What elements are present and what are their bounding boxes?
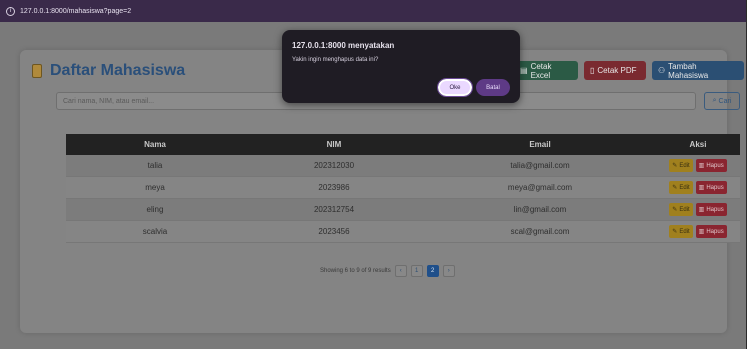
pagination-page-1[interactable]: 1	[410, 265, 423, 277]
edit-button[interactable]: ✎ Edit	[669, 181, 693, 194]
pagination-prev[interactable]: ‹	[394, 265, 407, 277]
confirm-dialog: 127.0.0.1:8000 menyatakan Yakin ingin me…	[282, 30, 520, 103]
add-user-icon: ⚇	[658, 66, 666, 75]
edit-icon: ✎	[672, 229, 678, 235]
cell-aksi: ✎ Edit ▥ Hapus	[656, 159, 740, 172]
dialog-title: 127.0.0.1:8000 menyatakan	[292, 41, 395, 50]
pagination-page-2[interactable]: 2	[426, 265, 439, 277]
mahasiswa-table: Nama NIM Email Aksi talia 202312030 tali…	[66, 134, 740, 243]
address-bar[interactable]: i 127.0.0.1:8000/mahasiswa?page=2	[0, 0, 746, 22]
pagination-next[interactable]: ›	[442, 265, 455, 277]
col-aksi: Aksi	[689, 140, 707, 149]
trash-icon: ▥	[698, 229, 705, 235]
dialog-cancel-button[interactable]: Batal	[476, 79, 510, 96]
edit-icon: ✎	[672, 185, 678, 191]
cell-nama: eling	[146, 205, 164, 214]
cell-nama: scalvia	[142, 227, 168, 236]
screenshot-frame: i 127.0.0.1:8000/mahasiswa?page=2 Daftar…	[0, 0, 755, 349]
page-title: Daftar Mahasiswa	[32, 62, 185, 80]
dialog-ok-button[interactable]: Oke	[437, 78, 473, 97]
edit-button[interactable]: ✎ Edit	[669, 203, 693, 216]
edit-icon: ✎	[672, 163, 678, 169]
table-row: meya 2023986 meya@gmail.com ✎ Edit ▥ Hapus	[66, 177, 740, 199]
table-body: talia 202312030 talia@gmail.com ✎ Edit ▥ H…	[66, 155, 740, 243]
pagination: Showing 6 to 9 of 9 results ‹ 1 2 ›	[320, 265, 455, 277]
browser-window: i 127.0.0.1:8000/mahasiswa?page=2 Daftar…	[0, 0, 747, 349]
hapus-button[interactable]: ▥ Hapus	[695, 203, 727, 216]
cell-email: meya@gmail.com	[507, 183, 573, 192]
tambah-mahasiswa-button[interactable]: ⚇ Tambah Mahasiswa	[652, 61, 744, 80]
clipboard-icon	[32, 64, 42, 78]
cell-nim: 2023456	[318, 227, 350, 236]
pagination-summary: Showing 6 to 9 of 9 results	[320, 268, 391, 274]
cell-nama: meya	[145, 183, 165, 192]
search-icon: ⌕	[712, 97, 717, 104]
url-text: 127.0.0.1:8000/mahasiswa?page=2	[20, 7, 132, 15]
edit-button[interactable]: ✎ Edit	[669, 159, 693, 172]
hapus-button[interactable]: ▥ Hapus	[695, 181, 727, 194]
table-row: scalvia 2023456 scal@gmail.com ✎ Edit ▥ Ha…	[66, 221, 740, 243]
table-row: eling 202312754 lin@gmail.com ✎ Edit ▥ Hap…	[66, 199, 740, 221]
file-excel-icon: ▤	[520, 66, 528, 75]
cell-nim: 202312754	[313, 205, 355, 214]
file-pdf-icon: ▯	[590, 66, 595, 75]
cetak-excel-button[interactable]: ▤ Cetak Excel	[514, 61, 578, 80]
page-title-text: Daftar Mahasiswa	[50, 62, 186, 79]
trash-icon: ▥	[698, 163, 705, 169]
site-info-icon[interactable]: i	[6, 6, 15, 16]
col-nim: NIM	[326, 140, 342, 149]
cell-email: lin@gmail.com	[513, 205, 567, 214]
table-row: talia 202312030 talia@gmail.com ✎ Edit ▥ H…	[66, 155, 740, 177]
table-header: Nama NIM Email Aksi	[66, 134, 740, 155]
cell-nim: 2023986	[318, 183, 350, 192]
hapus-button[interactable]: ▥ Hapus	[695, 225, 727, 238]
col-email: Email	[529, 140, 551, 149]
edit-button[interactable]: ✎ Edit	[669, 225, 693, 238]
trash-icon: ▥	[698, 207, 705, 213]
cell-nama: talia	[147, 161, 163, 170]
hapus-button[interactable]: ▥ Hapus	[695, 159, 727, 172]
edit-icon: ✎	[672, 207, 678, 213]
search-button[interactable]: ⌕ Cari	[704, 92, 740, 110]
cell-aksi: ✎ Edit ▥ Hapus	[656, 225, 740, 238]
trash-icon: ▥	[698, 185, 705, 191]
cell-aksi: ✎ Edit ▥ Hapus	[656, 203, 740, 216]
col-nama: Nama	[144, 140, 166, 149]
cell-aksi: ✎ Edit ▥ Hapus	[656, 181, 740, 194]
cell-email: talia@gmail.com	[510, 161, 570, 170]
cell-nim: 202312030	[313, 161, 355, 170]
cetak-pdf-button[interactable]: ▯ Cetak PDF	[584, 61, 646, 80]
cell-email: scal@gmail.com	[510, 227, 570, 236]
dialog-message: Yakin ingin menghapus data ini?	[292, 57, 379, 63]
